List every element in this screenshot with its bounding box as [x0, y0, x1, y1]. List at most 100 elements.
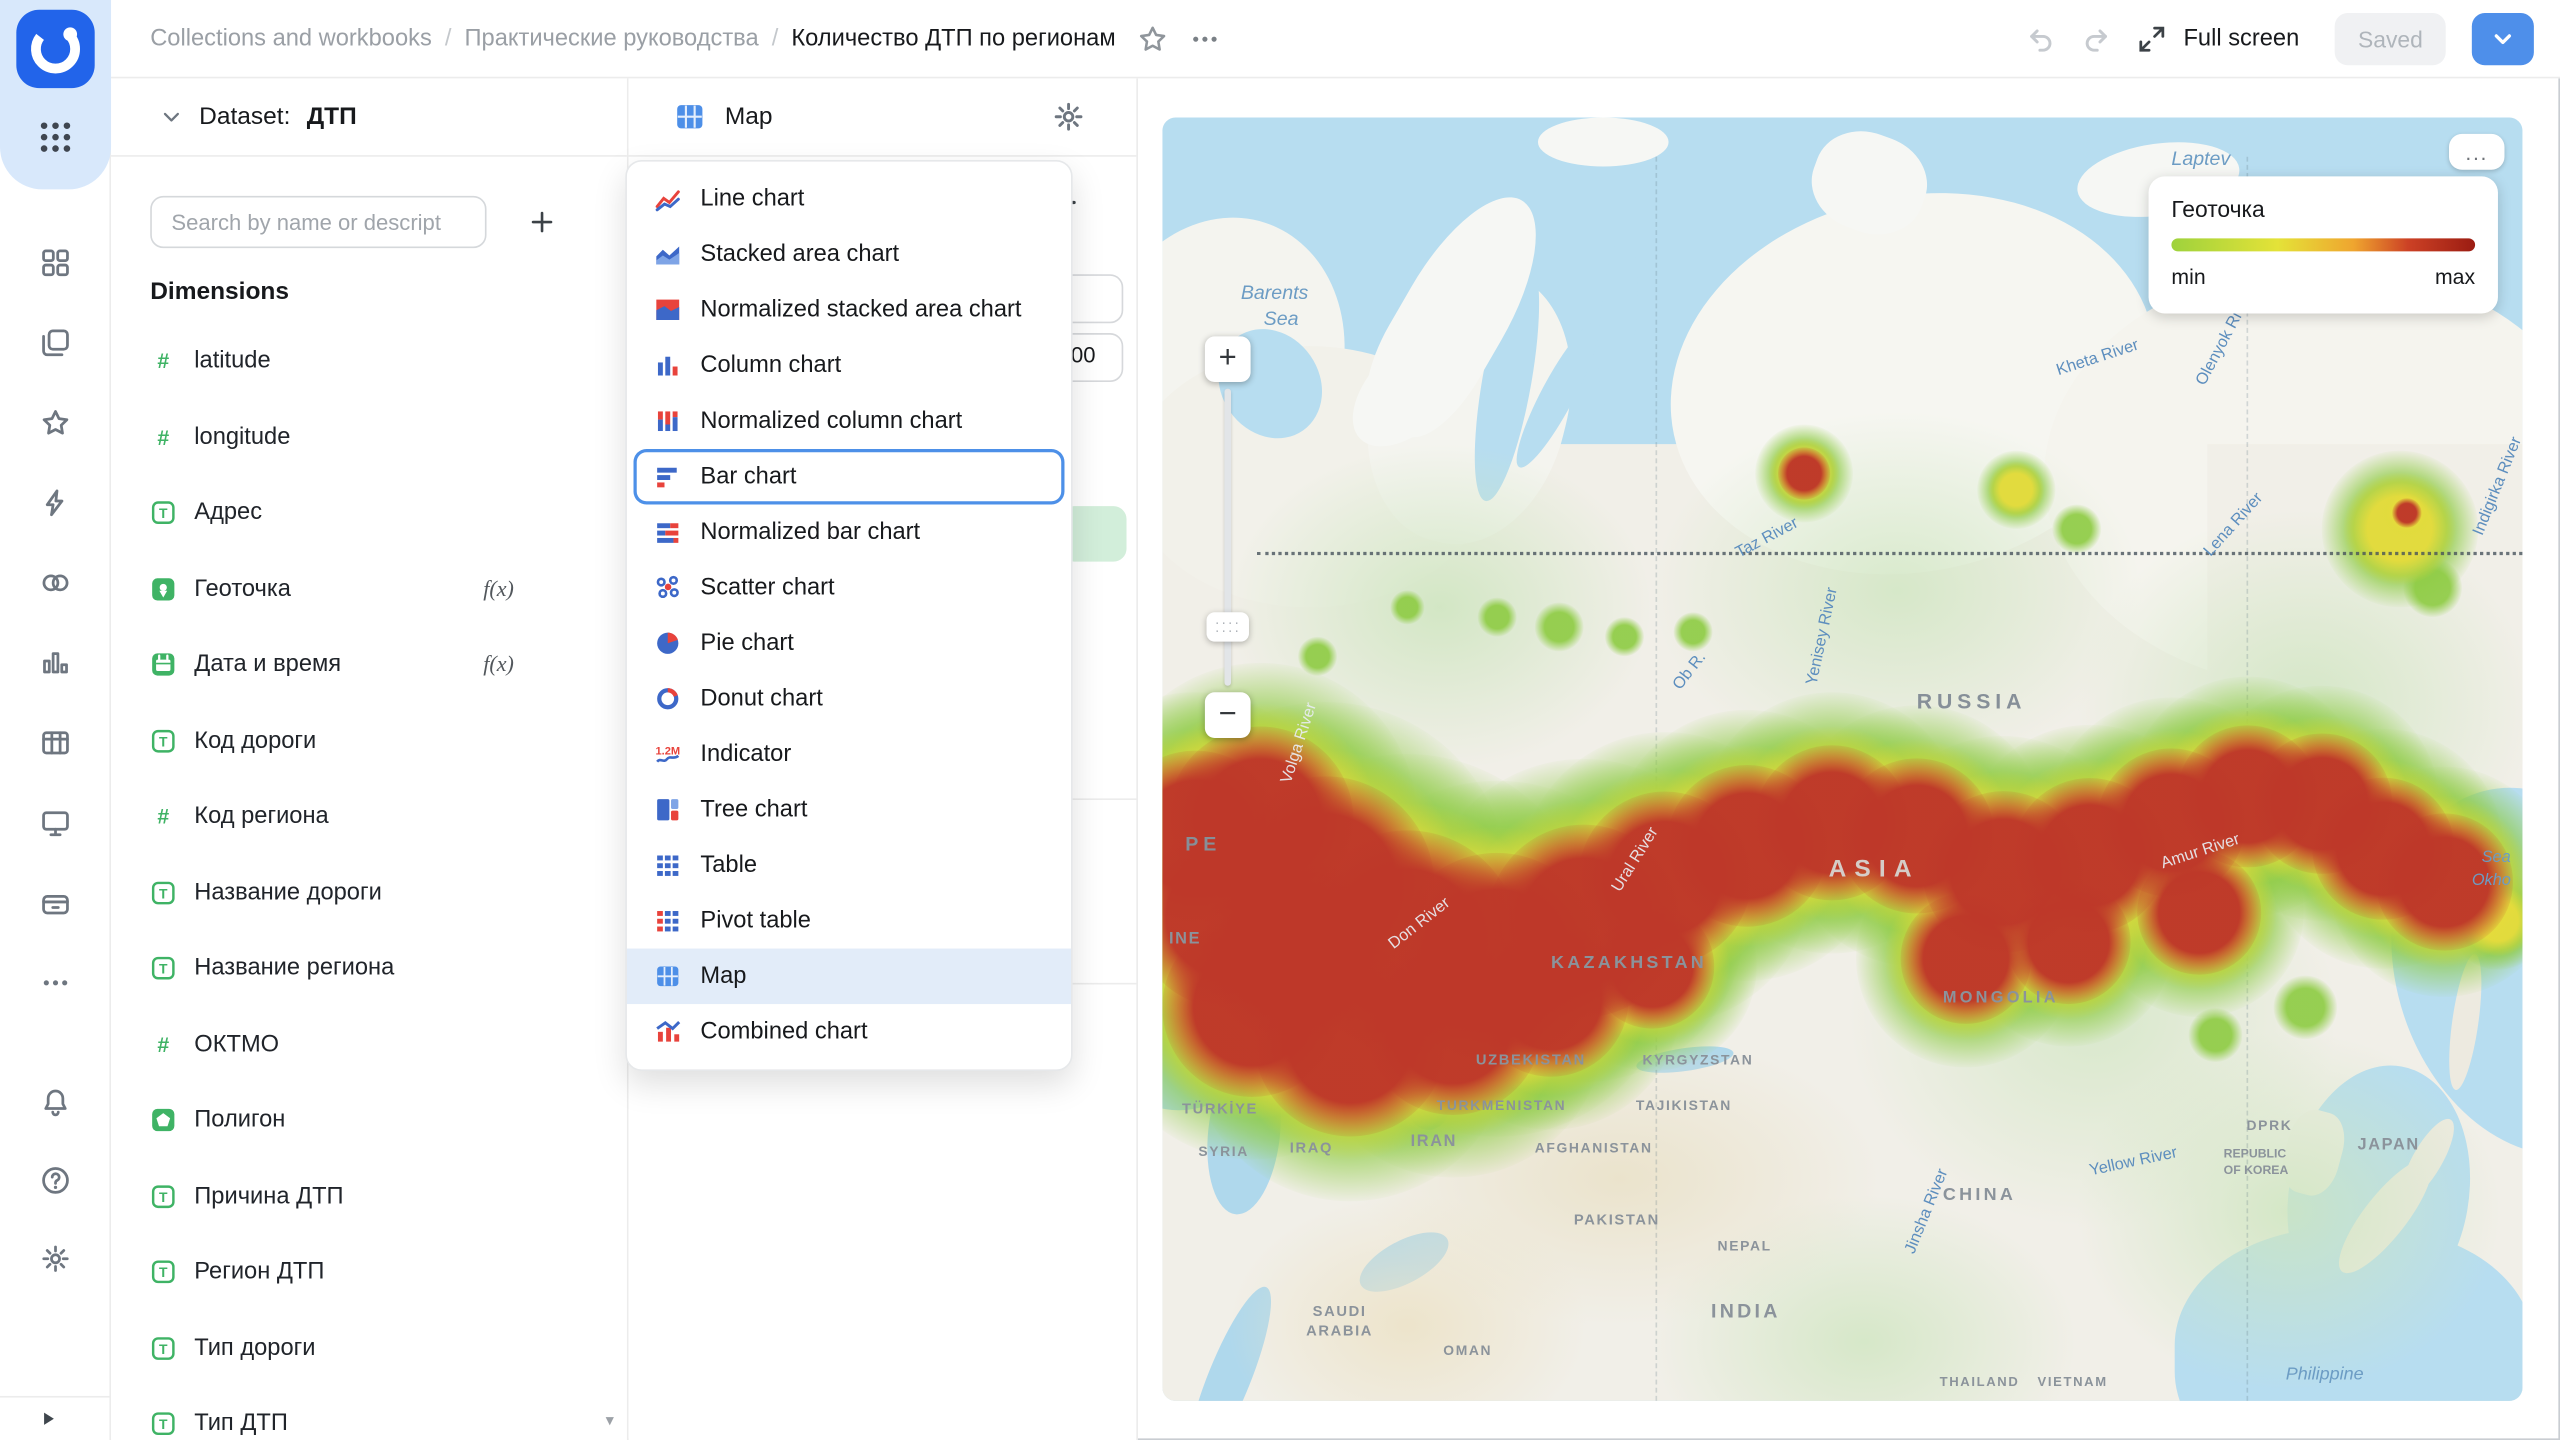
chart-type-option-scatter-chart[interactable]: Scatter chart	[633, 560, 1064, 616]
chart-type-option-table[interactable]: Table	[633, 838, 1064, 894]
chart-type-option-indicator[interactable]: 1.2MIndicator	[633, 727, 1064, 783]
heat-blob	[1162, 917, 1342, 1097]
heat-blob	[1755, 424, 1853, 522]
dimension-item[interactable]: TКод дороги	[111, 703, 629, 779]
rail-item-gear[interactable]	[0, 1220, 111, 1298]
dimension-field-list: #latitude#longitudeTАдресГеоточкаf(x)Дат…	[111, 323, 629, 1440]
field-search-input[interactable]	[150, 196, 486, 248]
dimension-item[interactable]: TТип ДТП	[111, 1386, 629, 1440]
dimension-item[interactable]: Геоточкаf(x)	[111, 551, 629, 627]
chart-type-option-normalized-bar-chart[interactable]: Normalized bar chart	[633, 504, 1064, 560]
heat-blob	[1519, 732, 1812, 1025]
dimension-item[interactable]: #longitude	[111, 399, 629, 475]
save-dropdown-button[interactable]	[2472, 12, 2534, 64]
rail-item-widgets[interactable]	[0, 222, 111, 302]
heat-blob	[1254, 944, 1446, 1136]
breadcrumb-item[interactable]: Collections and workbooks	[150, 25, 432, 51]
chart-type-option-pivot-table[interactable]: Pivot table	[633, 893, 1064, 949]
left-navigation-rail	[0, 0, 111, 1440]
map-widget[interactable]: LaptevBarentsSeaKheta RiverOlenyok River…	[1162, 118, 2522, 1401]
chart-type-option-bar-chart[interactable]: Bar chart	[633, 449, 1064, 505]
dimension-item[interactable]: TРегион ДТП	[111, 1234, 629, 1310]
chart-type-option-combined-chart[interactable]: Combined chart	[633, 1004, 1064, 1060]
rail-item-help[interactable]	[0, 1141, 111, 1219]
add-field-button[interactable]	[516, 196, 568, 248]
field-label: longitude	[194, 424, 290, 450]
field-type-text-icon: T	[150, 1183, 176, 1209]
heat-blob	[1217, 776, 1434, 993]
undo-icon[interactable]	[2027, 24, 2056, 53]
rail-item-bars[interactable]	[0, 622, 111, 702]
chart-type-label: Column chart	[700, 353, 841, 379]
dimension-item[interactable]: TАдрес	[111, 475, 629, 551]
dimension-item[interactable]: #ОКТМО	[111, 1007, 629, 1083]
dimension-item[interactable]: #Код региона	[111, 779, 629, 855]
heat-blob	[2128, 677, 2368, 917]
fullscreen-label[interactable]: Full screen	[2183, 25, 2299, 51]
zoom-slider-handle[interactable]: ········	[1207, 612, 1249, 641]
dimension-item[interactable]: TНазвание региона	[111, 931, 629, 1007]
datalens-logo[interactable]	[16, 10, 94, 88]
rail-item-layers[interactable]	[0, 302, 111, 382]
dimension-item[interactable]: Полигон	[111, 1082, 629, 1158]
heat-blob	[1473, 922, 1628, 1077]
rail-item-rings[interactable]	[0, 542, 111, 622]
chart-type-option-normalized-stacked-area-chart[interactable]: Normalized stacked area chart	[633, 282, 1064, 338]
chart-type-option-map[interactable]: Map	[627, 949, 1071, 1005]
chart-type-option-line-chart[interactable]: Line chart	[633, 171, 1064, 227]
rail-item-star[interactable]	[0, 382, 111, 462]
heat-blob	[1959, 725, 2220, 986]
heat-blob	[1453, 901, 1649, 1097]
zoom-out-button[interactable]: −	[1205, 692, 1251, 738]
rail-item-bell[interactable]	[0, 1063, 111, 1141]
heat-blob	[1162, 766, 1376, 1069]
chart-type-option-column-chart[interactable]: Column chart	[633, 338, 1064, 394]
heat-blob	[1977, 451, 2055, 529]
field-type-text-icon: T	[150, 1411, 176, 1437]
rail-item-box[interactable]	[0, 862, 111, 942]
svg-text:T: T	[159, 733, 168, 749]
chart-type-option-stacked-area-chart[interactable]: Stacked area chart	[633, 227, 1064, 283]
apps-grid-icon[interactable]	[36, 118, 75, 157]
heat-blob	[1364, 825, 1630, 1091]
dataset-name[interactable]: ДТП	[307, 103, 357, 131]
chart-type-option-normalized-column-chart[interactable]: Normalized column chart	[633, 393, 1064, 449]
redo-icon[interactable]	[2082, 24, 2111, 53]
current-chart-type[interactable]: Map	[725, 103, 773, 131]
more-actions-icon[interactable]	[1191, 24, 1220, 53]
dimension-item[interactable]: Дата и времяf(x)	[111, 627, 629, 703]
heat-blob	[1392, 853, 1603, 1064]
breadcrumb-item[interactable]: Количество ДТП по регионам	[791, 25, 1115, 51]
field-label: Код региона	[194, 804, 328, 830]
heat-blob	[1162, 856, 1403, 1159]
rail-item-bolt[interactable]	[0, 462, 111, 542]
chart-type-dropdown: Line chartStacked area chartNormalized s…	[625, 160, 1072, 1071]
dimension-item[interactable]: #latitude	[111, 323, 629, 399]
chart-type-option-donut-chart[interactable]: Donut chart	[633, 671, 1064, 727]
dimension-item[interactable]: TНазвание дороги	[111, 855, 629, 931]
breadcrumb-item[interactable]: Практические руководства	[465, 25, 759, 51]
dataset-header[interactable]: Dataset: ДТП	[111, 78, 627, 156]
expand-bottom-panel-button[interactable]	[0, 1396, 111, 1440]
chart-type-option-tree-chart[interactable]: Tree chart	[633, 782, 1064, 838]
field-label: Дата и время	[194, 652, 341, 678]
chart-type-label: Bar chart	[700, 464, 796, 490]
chart-settings-gear-icon[interactable]	[1053, 101, 1084, 132]
formula-badge: f(x)	[483, 576, 514, 602]
map-more-button[interactable]: ...	[2449, 134, 2505, 170]
legend-max-label: max	[2435, 264, 2475, 288]
chevron-down-icon	[2490, 25, 2516, 51]
heat-blob	[2097, 748, 2246, 897]
saved-button[interactable]: Saved	[2335, 12, 2446, 64]
rail-item-ellipsis[interactable]	[0, 942, 111, 1022]
zoom-in-button[interactable]: +	[1205, 336, 1251, 382]
rail-item-grid[interactable]	[0, 702, 111, 782]
dimension-item[interactable]: TПричина ДТП	[111, 1158, 629, 1234]
dimension-item[interactable]: TТип дороги	[111, 1310, 629, 1386]
chart-type-panel: Map 00 Line chartStacked area chartNorma…	[629, 78, 1138, 1440]
chart-type-label: Indicator	[700, 741, 791, 767]
favorite-star-icon[interactable]	[1138, 24, 1167, 53]
fullscreen-icon[interactable]	[2138, 24, 2167, 53]
rail-item-monitor[interactable]	[0, 782, 111, 862]
chart-type-option-pie-chart[interactable]: Pie chart	[633, 616, 1064, 672]
